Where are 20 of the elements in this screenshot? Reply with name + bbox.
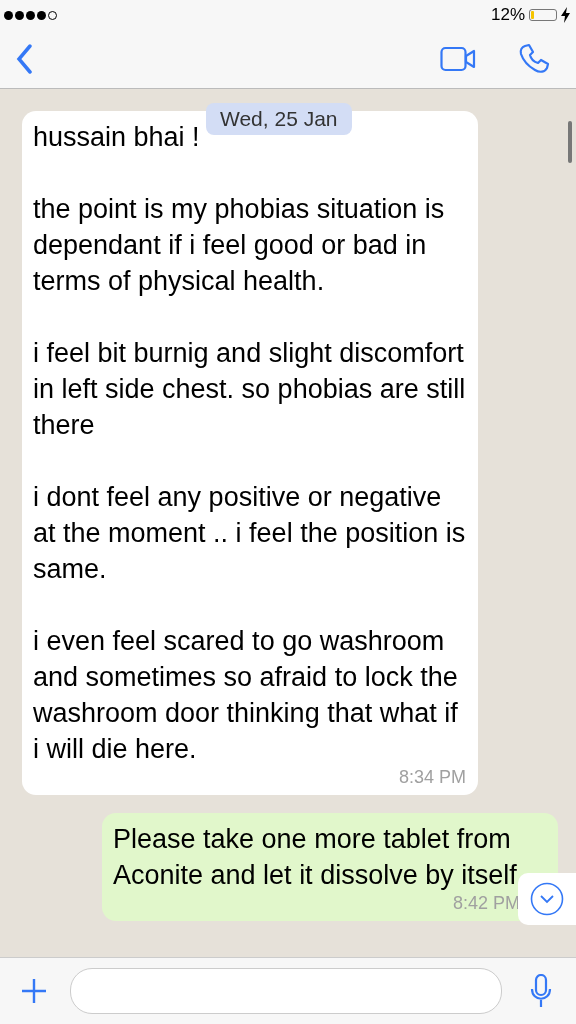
add-icon[interactable]	[20, 977, 48, 1005]
video-call-icon[interactable]	[440, 46, 476, 72]
message-time: 8:34 PM	[398, 767, 466, 787]
message-input-field[interactable]	[70, 968, 502, 1014]
battery-percentage: 12%	[490, 5, 525, 25]
message-text: i even feel scared to go washroom and sometimes so afraid to lock the washroom door thinking that what if i will die here.	[33, 625, 459, 766]
message-text: hussain bhai !	[33, 121, 200, 154]
scroll-down-button[interactable]	[518, 873, 576, 925]
phone-icon[interactable]	[518, 43, 550, 75]
date-label: Wed, 25 Jan	[206, 103, 352, 135]
message-text: Please take one more tablet from Aconite and let it dissolve by itself	[113, 823, 518, 892]
scrollbar-icon	[568, 121, 572, 163]
battery-icon	[529, 9, 557, 21]
message-text: i dont feel any positive or negative at the moment .. i feel the position is same.	[33, 481, 466, 586]
chevron-down-icon	[530, 882, 564, 916]
message-text: the point is my phobias situation is dependant if i feel good or bad in terms of physical health.	[33, 193, 446, 298]
charging-icon	[561, 7, 570, 23]
back-icon[interactable]	[16, 44, 32, 74]
microphone-icon[interactable]	[530, 974, 552, 1008]
message-text: i feel bit burnig and slight discomfort in left side chest. so phobias are still there	[33, 337, 466, 442]
